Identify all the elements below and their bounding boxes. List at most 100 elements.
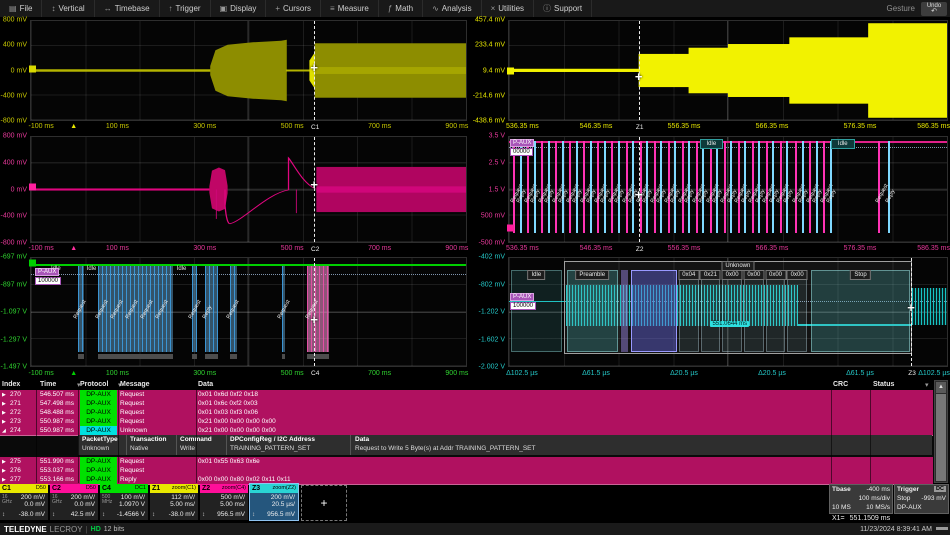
descriptor-z2[interactable]: Z2zoom(C4)500 mV/5.00 ms/↕956.5 mV: [200, 484, 248, 520]
row-collapse-icon[interactable]: ▶: [2, 392, 6, 398]
descriptor-z1[interactable]: Z1zoom(C1)112 mV/5.00 ms/↕-38.0 mV: [150, 484, 198, 520]
timebase-panel[interactable]: Tbase-400 ms 100 ms/div 10 MS10 MS/s: [829, 484, 893, 514]
z2-grid-plot[interactable]: RequestReplyRequestReplyRequestReplyRequ…: [508, 136, 948, 243]
descriptor-z3[interactable]: Z3zoom(Z2)200 mV/20.5 µs/↕956.5 mV: [250, 484, 298, 520]
timebase-rate: 10 MS/s: [866, 504, 890, 511]
menubar-right: Gesture Undo ↶: [887, 2, 950, 16]
column-header-crc[interactable]: CRC: [833, 381, 848, 388]
menu-item-file[interactable]: ▤File: [0, 0, 42, 17]
c1-zero-marker[interactable]: [29, 65, 36, 72]
row-collapse-icon[interactable]: ▶: [2, 477, 6, 483]
bw-unit: GHz: [52, 500, 62, 505]
sort-icon[interactable]: ▾: [925, 381, 929, 389]
row-collapse-icon[interactable]: ▶: [2, 410, 6, 416]
c1-trigger-marker-icon[interactable]: ▲: [70, 123, 77, 130]
menu-item-analysis[interactable]: ∿Analysis: [423, 0, 482, 17]
c2-crosshair-icon[interactable]: +: [310, 177, 318, 192]
row-collapse-icon[interactable]: ▶: [2, 401, 6, 407]
descriptor-c4[interactable]: C4DC1100 mV/1.0970 V500MHz↕-1.4566 V: [100, 484, 148, 520]
z3-grid-plot[interactable]: Idle Unknown Preamble 0x040x210x000x000x…: [508, 257, 948, 367]
cell-index: 274: [10, 427, 21, 434]
c1-grid-plot[interactable]: C1 +: [30, 20, 467, 121]
column-header-protocol[interactable]: Protocol: [80, 381, 108, 388]
z1-grid-plot[interactable]: Z1 +: [508, 20, 948, 121]
row-collapse-icon[interactable]: ▶: [2, 468, 6, 474]
trigger-panel[interactable]: TriggerDC Stop-993 mV DP-AUX: [894, 484, 949, 514]
table-scrollbar[interactable]: ▲: [934, 380, 948, 483]
z1-zero-marker[interactable]: [507, 67, 514, 74]
row-expand-icon[interactable]: ◢: [2, 428, 6, 434]
z3-stop-label: Stop: [850, 270, 870, 280]
column-header-time[interactable]: Time: [40, 381, 56, 388]
c2-grid-plot[interactable]: C2 +: [30, 136, 467, 243]
z2-reply-pulse: [786, 141, 788, 233]
menu-item-label: Measure: [338, 4, 369, 13]
row-collapse-icon[interactable]: ▶: [2, 419, 6, 425]
c4-crosshair-icon[interactable]: +: [310, 311, 318, 326]
descriptor-c2[interactable]: C2D50200 mV/0.0 mV16GHz↕42.5 mV: [50, 484, 98, 520]
scroll-thumb[interactable]: [936, 394, 946, 481]
detail-value: Request to Write 5 Byte(s) at Addr TRAIN…: [355, 445, 536, 452]
add-trace-button[interactable]: +: [301, 485, 347, 521]
c2-trigger-marker-icon[interactable]: ▲: [70, 245, 77, 252]
c2-zero-marker[interactable]: [29, 184, 36, 191]
cell-index: 271: [10, 400, 21, 407]
x-tick-label: Δ102.5 µs: [506, 370, 538, 377]
z2-reply-pulse: [830, 141, 832, 233]
z2-crosshair-icon[interactable]: +: [635, 187, 643, 202]
x-tick-label: 536.35 ms: [506, 123, 539, 130]
menu-item-display[interactable]: ▣Display: [211, 0, 267, 17]
descriptor-c1[interactable]: C1D50200 mV/0.0 mV16GHz↕-38.0 mV: [0, 484, 48, 520]
menu-item-trigger[interactable]: ↑Trigger: [160, 0, 211, 17]
c4-bus-tag[interactable]: P-AUX 100000: [35, 268, 61, 285]
z3-bus-tag[interactable]: P-AUX 100000: [510, 293, 536, 310]
menu-item-utilities[interactable]: ×Utilities: [482, 0, 534, 17]
z3-time-tag: 551.0644 ms: [710, 321, 749, 327]
menu-item-vertical[interactable]: ↕Vertical: [42, 0, 94, 17]
z2-request-pulse: [583, 141, 585, 233]
x-tick-label: 586.35 ms: [917, 123, 950, 130]
detail-value: Native: [130, 445, 148, 452]
z2-bus-tag[interactable]: P-AUX 00000: [510, 139, 534, 156]
x1-label: X1=: [832, 515, 845, 522]
y-tick-label: -2.002 V: [479, 364, 505, 371]
z2-request-pulse: [682, 141, 684, 233]
y-tick-label: 9.4 mV: [483, 67, 505, 74]
c4-zero-marker[interactable]: [29, 260, 36, 267]
cell-protocol: DP-AUX: [80, 390, 117, 399]
z2-zero-marker[interactable]: [507, 225, 514, 232]
menu-item-label: Timebase: [115, 4, 150, 13]
cell-protocol: DP-AUX: [80, 426, 117, 435]
z2-request-pulse: [724, 141, 726, 233]
x-tick-label: 576.35 ms: [844, 245, 877, 252]
vertical-icon: ↕: [51, 4, 55, 13]
menu-item-math[interactable]: ƒMath: [379, 0, 423, 17]
c1-crosshair-icon[interactable]: +: [310, 59, 318, 74]
descriptor-coupling-tag: DC1: [135, 484, 146, 493]
detail-divider: [126, 435, 127, 455]
z3-crosshair-icon[interactable]: +: [907, 299, 915, 314]
menu-item-support[interactable]: ⓘSupport: [534, 0, 592, 17]
column-header-index[interactable]: Index: [2, 381, 20, 388]
c4-trigger-marker-icon[interactable]: ▲: [70, 370, 77, 377]
y-tick-label: -402 mV: [479, 254, 505, 261]
row-collapse-icon[interactable]: ▶: [2, 459, 6, 465]
undo-button[interactable]: Undo ↶: [921, 2, 947, 16]
menu-item-measure[interactable]: ≡Measure: [321, 0, 379, 17]
math-icon: ƒ: [388, 4, 392, 13]
x-tick-label: 900 ms: [445, 370, 468, 377]
menu-item-timebase[interactable]: ↔Timebase: [95, 0, 160, 17]
c4-grid-plot[interactable]: RequestRequestRequestRequestRequestReque…: [30, 257, 467, 367]
statusbar-grip[interactable]: [936, 527, 948, 530]
y-tick-label: -800 mV: [1, 118, 27, 125]
column-header-message[interactable]: Message: [120, 381, 150, 388]
z1-crosshair-icon[interactable]: +: [635, 69, 643, 84]
column-header-data[interactable]: Data: [198, 381, 213, 388]
x-tick-label: 566.35 ms: [756, 245, 789, 252]
column-header-status[interactable]: Status: [873, 381, 894, 388]
scroll-up-icon[interactable]: ▲: [936, 382, 946, 393]
trigger-icon: ↑: [169, 4, 173, 13]
menu-item-cursors[interactable]: +Cursors: [266, 0, 321, 17]
menu-item-label: Math: [395, 4, 413, 13]
offset-arrow-icon: ↕: [202, 512, 205, 518]
